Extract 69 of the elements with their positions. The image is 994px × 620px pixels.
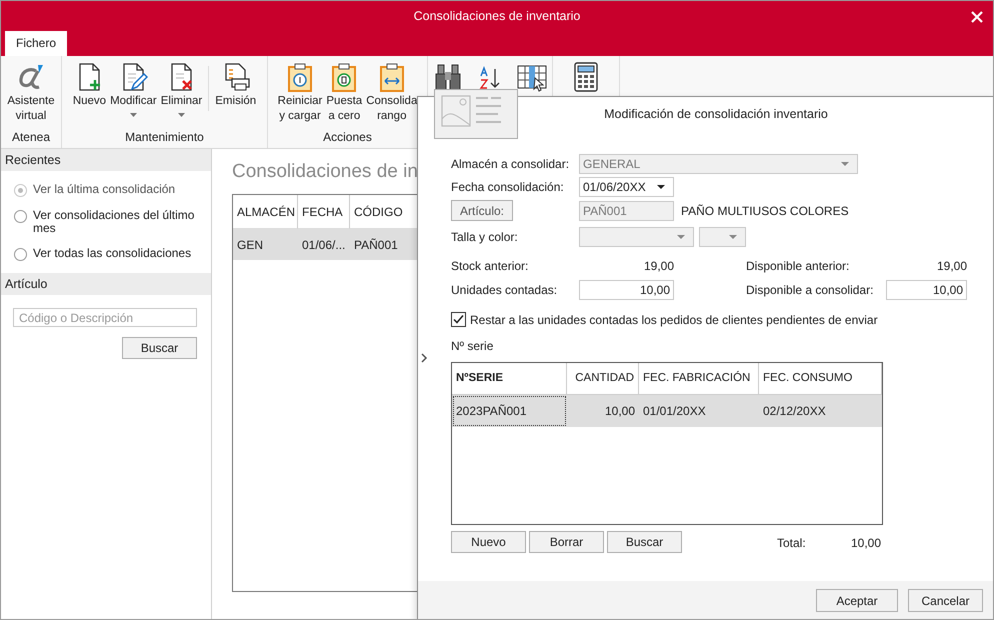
table-cell-text: 10,00 bbox=[604, 402, 636, 420]
radio-button[interactable] bbox=[14, 248, 27, 261]
table-cell-text: 01/06/... bbox=[301, 236, 346, 254]
binoculars-icon[interactable] bbox=[433, 62, 463, 92]
radio-button[interactable] bbox=[14, 210, 27, 223]
article-button[interactable]: Artículo: bbox=[451, 200, 513, 222]
table-cell-text: 01/01/20XX bbox=[642, 402, 707, 420]
ribbon-button[interactable]: Emisión bbox=[213, 62, 258, 117]
group-label: Atenea bbox=[10, 130, 52, 146]
table-row[interactable]: 2023PAÑ001 10,00 01/01/20XX 02/12/20XX bbox=[452, 394, 882, 427]
column-header[interactable]: CANTIDAD bbox=[567, 362, 639, 395]
radio-label[interactable]: Ver todas las consolidaciones bbox=[33, 247, 192, 260]
ribbon-button[interactable]: Puesta a cero bbox=[324, 62, 364, 124]
value-text: 19,00 bbox=[642, 258, 674, 275]
section-header: Recientes bbox=[1, 149, 211, 171]
article-description: PAÑO MULTIUSOS COLORES bbox=[681, 202, 849, 220]
quantity-field[interactable]: 10,00 bbox=[579, 280, 674, 300]
ribbon-button[interactable]: Nuevo bbox=[70, 62, 108, 117]
table-cell-text: 02/12/20XX bbox=[762, 402, 827, 420]
dialog-button[interactable]: Aceptar bbox=[816, 589, 898, 612]
serial-button[interactable]: Nuevo bbox=[451, 530, 526, 553]
column-header[interactable]: FEC. CONSUMO bbox=[759, 362, 882, 395]
serial-button[interactable]: Borrar bbox=[529, 530, 604, 553]
value-text: 19,00 bbox=[936, 258, 967, 275]
size-select[interactable] bbox=[579, 226, 694, 247]
checkbox[interactable] bbox=[451, 312, 466, 328]
section-label: Nº serie bbox=[451, 338, 494, 355]
total-label: Total: bbox=[777, 534, 806, 552]
menu-tab[interactable]: Fichero bbox=[5, 31, 68, 56]
chevron-icon bbox=[420, 353, 428, 363]
field-label: Disponible anterior: bbox=[746, 258, 850, 275]
page-heading: Consolidaciones de in bbox=[232, 160, 418, 184]
group-label: Mantenimiento bbox=[124, 130, 205, 146]
group-label: Acciones bbox=[322, 130, 373, 146]
ribbon-button[interactable]: Reiniciar y cargar bbox=[276, 62, 324, 124]
dialog-title: Modificación de consolidación inventario bbox=[603, 106, 829, 123]
serial-button[interactable]: Buscar bbox=[607, 530, 682, 553]
field-label: Fecha consolidación: bbox=[451, 178, 565, 196]
table-cell: 2023PAÑ001 bbox=[452, 394, 567, 427]
radio-label[interactable]: Ver consolidaciones del último mes bbox=[33, 209, 194, 235]
total-value: 10,00 bbox=[850, 534, 881, 552]
field-label: Unidades contadas: bbox=[451, 282, 558, 299]
ribbon-button[interactable]: Modificar bbox=[108, 62, 159, 117]
field-label: Stock anterior: bbox=[451, 258, 530, 275]
field-label: Disponible a consolidar: bbox=[746, 282, 874, 299]
date-picker[interactable]: 01/06/20XX bbox=[579, 176, 674, 197]
ribbon-button[interactable]: Eliminar bbox=[158, 62, 204, 117]
image-placeholder-icon bbox=[434, 89, 518, 139]
search-field[interactable]: Código o Descripción bbox=[13, 308, 197, 327]
field-label: Talla y color: bbox=[451, 228, 519, 246]
column-header[interactable]: FEC. FABRICACIÓN bbox=[639, 362, 759, 395]
ribbon-button[interactable]: Consolida rango bbox=[364, 62, 420, 124]
dropdown-arrow-icon bbox=[657, 184, 665, 189]
window-title: Consolidaciones de inventario bbox=[414, 8, 580, 25]
checkbox-label[interactable]: Restar a las unidades contadas los pedidos de clientes pendientes de enviar bbox=[470, 310, 878, 329]
dropdown-arrow-icon[interactable] bbox=[677, 234, 685, 239]
quantity-field[interactable]: 10,00 bbox=[886, 280, 967, 300]
column-header[interactable]: NºSERIE bbox=[452, 362, 567, 395]
section-header: Artículo bbox=[1, 273, 211, 295]
ribbon-button[interactable]: Asistente virtual bbox=[5, 62, 57, 124]
dialog-button[interactable]: Cancelar bbox=[908, 589, 983, 612]
color-select[interactable] bbox=[699, 226, 746, 247]
article-code-field[interactable]: PAÑ001 bbox=[579, 200, 674, 221]
field-label: Almacén a consolidar: bbox=[451, 156, 570, 173]
table-cell-text: PAÑ001 bbox=[353, 236, 399, 254]
search-button[interactable]: Buscar bbox=[122, 337, 197, 359]
table-cell-text: GEN bbox=[236, 236, 264, 254]
dropdown-arrow-icon[interactable] bbox=[729, 234, 737, 239]
close-icon bbox=[969, 8, 985, 25]
